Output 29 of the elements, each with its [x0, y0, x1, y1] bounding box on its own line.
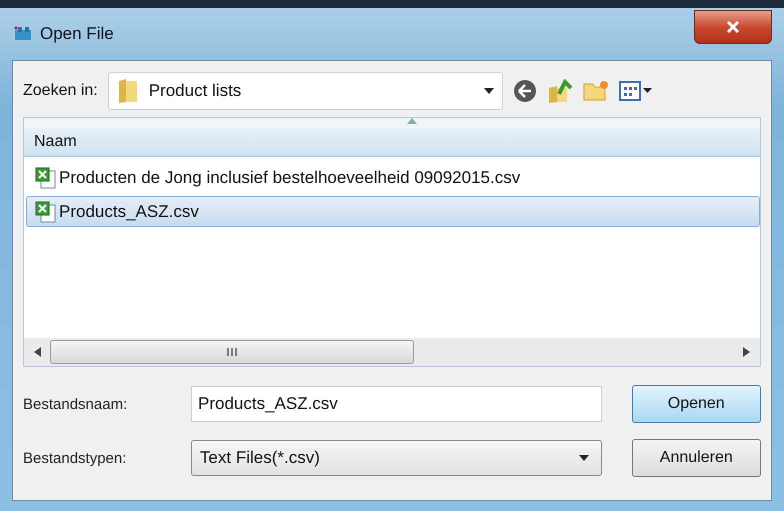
scroll-right-icon[interactable]: [742, 347, 750, 357]
view-menu-icon[interactable]: [618, 80, 653, 102]
file-name-field[interactable]: Products_ASZ.csv: [190, 386, 602, 422]
up-folder-icon[interactable]: [546, 78, 573, 104]
file-type-label: Bestandstypen:: [23, 450, 128, 466]
caret-icon: [578, 455, 589, 461]
app-icon: [14, 26, 32, 42]
file-type-dropdown[interactable]: Text Files(*.csv): [190, 440, 602, 476]
file-row[interactable]: Producten de Jong inclusief bestelhoeveelheid 09092015.csv: [26, 162, 760, 193]
close-icon: [725, 20, 741, 34]
caret-icon: [484, 88, 494, 94]
scrollbar-thumb[interactable]: [50, 340, 414, 364]
back-icon[interactable]: [512, 79, 537, 103]
folder-icon: [116, 78, 139, 104]
look-in-dropdown[interactable]: Product lists: [108, 72, 503, 110]
cancel-button[interactable]: Annuleren: [632, 439, 761, 477]
close-button[interactable]: [694, 10, 772, 44]
scroll-left-icon[interactable]: [34, 347, 42, 357]
window-title: Open File: [40, 24, 114, 44]
file-row[interactable]: Products_ASZ.csv: [26, 196, 760, 227]
horizontal-scrollbar[interactable]: [24, 338, 760, 366]
look-in-label: Zoeken in:: [23, 82, 98, 100]
grip-icon: [226, 348, 238, 356]
file-name-label: Bestandsnaam:: [23, 396, 128, 412]
spreadsheet-file-icon: [35, 200, 57, 222]
open-button[interactable]: Openen: [632, 385, 761, 423]
spreadsheet-file-icon: [35, 166, 57, 188]
sort-arrow-icon: [407, 118, 417, 124]
column-header[interactable]: Naam: [24, 128, 760, 157]
